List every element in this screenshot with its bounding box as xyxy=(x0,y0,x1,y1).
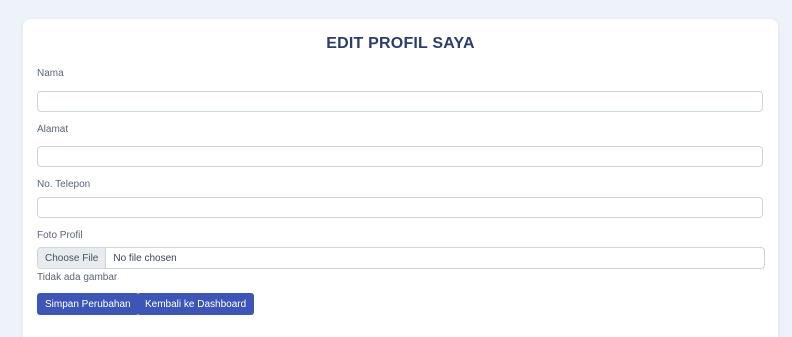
edit-profile-card: EDIT PROFIL SAYA Nama Alamat No. Telepon… xyxy=(23,19,778,337)
back-to-dashboard-button[interactable]: Kembali ke Dashboard xyxy=(137,293,255,315)
no-image-hint: Tidak ada gambar xyxy=(37,272,118,283)
page-title: EDIT PROFIL SAYA xyxy=(326,35,475,52)
name-input[interactable] xyxy=(37,91,763,112)
file-status-text: No file chosen xyxy=(113,252,177,264)
address-input[interactable] xyxy=(37,146,763,167)
save-changes-button[interactable]: Simpan Perubahan xyxy=(37,293,139,315)
address-label: Alamat xyxy=(37,124,69,135)
choose-file-button[interactable]: Choose File xyxy=(38,248,107,268)
phone-label: No. Telepon xyxy=(37,179,91,190)
photo-file-input[interactable]: Choose File No file chosen xyxy=(37,247,765,269)
phone-input[interactable] xyxy=(37,197,763,218)
page: EDIT PROFIL SAYA Nama Alamat No. Telepon… xyxy=(0,0,792,337)
photo-label: Foto Profil xyxy=(37,230,83,241)
name-label: Nama xyxy=(37,68,64,79)
